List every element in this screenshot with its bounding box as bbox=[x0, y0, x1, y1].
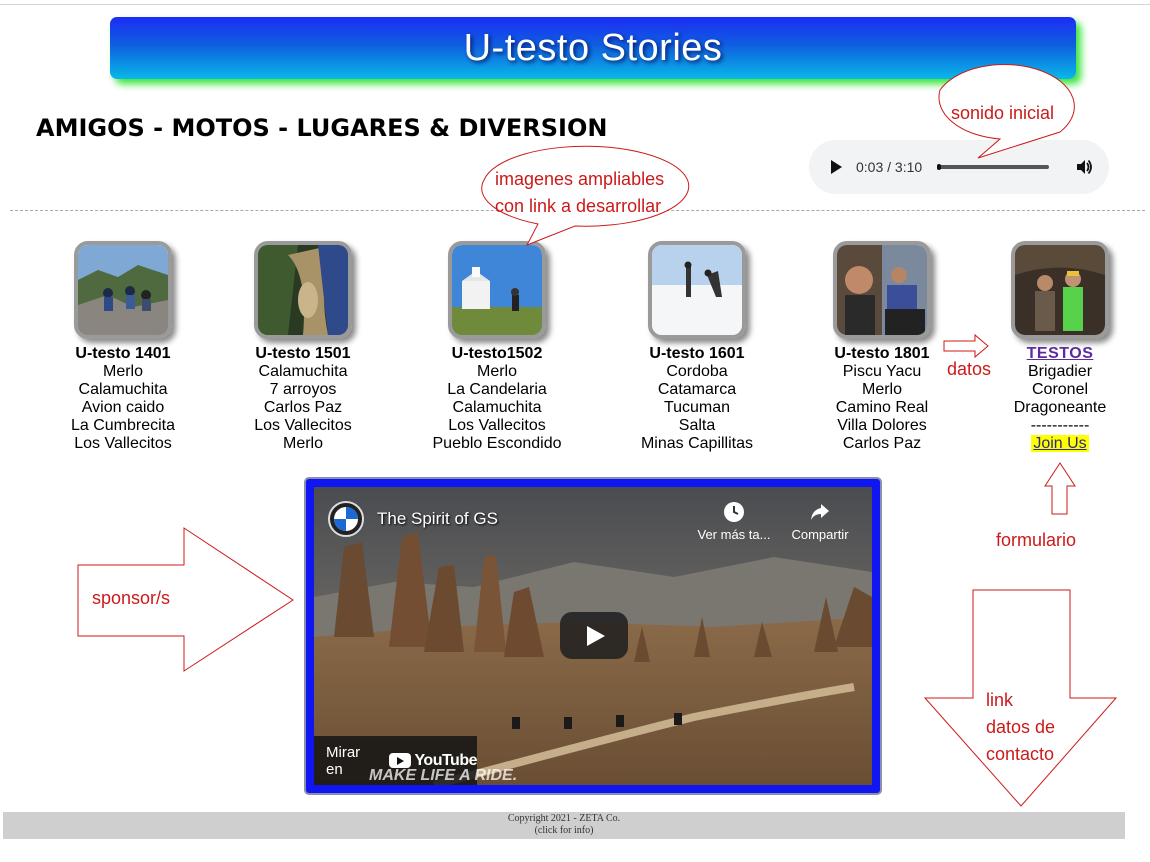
story-place: Calamuchita bbox=[452, 399, 542, 416]
story-place: Villa Dolores bbox=[837, 417, 927, 434]
annotation-imagenes-1: imagenes ampliables bbox=[495, 169, 665, 189]
play-icon[interactable] bbox=[831, 160, 842, 174]
annotation-sponsor: sponsor/s bbox=[92, 588, 171, 608]
story-place: Merlo bbox=[861, 381, 902, 398]
annotation-link-1: link bbox=[986, 690, 1014, 710]
story-place: La Candelaria bbox=[447, 381, 547, 398]
story-place: La Cumbrecita bbox=[70, 417, 176, 434]
rank-item: Brigadier bbox=[1027, 363, 1093, 380]
rank-item: Dragoneante bbox=[1013, 399, 1107, 416]
story-card-1502: U-testo1502 Merlo La Candelaria Calamuch… bbox=[402, 241, 592, 453]
share-label: Compartir bbox=[791, 527, 849, 542]
testos-thumbnail[interactable] bbox=[1011, 241, 1109, 339]
story-thumbnail-1601[interactable] bbox=[648, 241, 746, 339]
sponsor-video[interactable]: The Spirit of GS Ver más ta... Compartir… bbox=[304, 477, 882, 795]
story-place: Salta bbox=[678, 417, 716, 434]
video-slogan: MAKE LIFE A RIDE. bbox=[369, 767, 518, 784]
story-place: Avion caido bbox=[81, 399, 165, 416]
youtube-icon bbox=[389, 753, 412, 768]
story-place: Calamuchita bbox=[78, 381, 168, 398]
story-place: Calamuchita bbox=[258, 363, 348, 380]
story-place: Pueblo Escondido bbox=[432, 435, 562, 452]
watch-later-label: Ver más ta... bbox=[697, 527, 771, 542]
bmw-channel-logo[interactable] bbox=[328, 501, 364, 537]
story-place: Merlo bbox=[282, 435, 323, 452]
audio-player[interactable]: 0:03 / 3:10 bbox=[809, 140, 1109, 194]
rank-item: Coronel bbox=[1031, 381, 1089, 398]
page-subtitle: AMIGOS - MOTOS - LUGARES & DIVERSION bbox=[36, 114, 608, 142]
site-title: U-testo Stories bbox=[463, 26, 723, 69]
contact-arrow bbox=[923, 589, 1118, 807]
story-place: Minas Capillitas bbox=[640, 435, 754, 452]
story-place: Los Vallecitos bbox=[254, 417, 352, 434]
watch-later-button[interactable]: Ver más ta... bbox=[689, 501, 779, 542]
annotation-formulario: formulario bbox=[996, 530, 1077, 550]
join-us-link[interactable]: Join Us bbox=[1031, 435, 1089, 452]
rank-separator: ----------- bbox=[1030, 417, 1090, 434]
story-card-1501: U-testo 1501 Calamuchita 7 arroyos Carlo… bbox=[208, 241, 398, 453]
footer-info-link[interactable]: (click for info) bbox=[3, 825, 1125, 837]
story-title: U-testo 1401 bbox=[75, 345, 171, 362]
testos-card: TESTOS Brigadier Coronel Dragoneante ---… bbox=[965, 241, 1150, 453]
story-title: U-testo 1501 bbox=[255, 345, 351, 362]
story-place: Los Vallecitos bbox=[74, 435, 172, 452]
video-play-button[interactable] bbox=[560, 612, 628, 659]
story-place: Catamarca bbox=[657, 381, 737, 398]
story-place: Camino Real bbox=[835, 399, 929, 416]
story-place: 7 arroyos bbox=[269, 381, 337, 398]
annotation-datos: datos bbox=[947, 359, 992, 379]
audio-time: 0:03 / 3:10 bbox=[856, 159, 923, 175]
annotation-imagenes-2: con link a desarrollar bbox=[495, 196, 662, 216]
video-title[interactable]: The Spirit of GS bbox=[377, 509, 498, 529]
annotation-link-2: datos de bbox=[986, 717, 1056, 737]
story-place: Los Vallecitos bbox=[448, 417, 546, 434]
footer[interactable]: Copyright 2021 - ZETA Co. (click for inf… bbox=[3, 812, 1125, 839]
audio-progress-fill bbox=[937, 164, 941, 170]
story-thumbnail-1502[interactable] bbox=[448, 241, 546, 339]
video-frame[interactable]: The Spirit of GS Ver más ta... Compartir… bbox=[314, 487, 872, 785]
top-border bbox=[0, 4, 1150, 5]
formulario-arrow bbox=[1044, 462, 1076, 515]
copyright-text: Copyright 2021 - ZETA Co. bbox=[507, 813, 621, 824]
story-place: Carlos Paz bbox=[842, 435, 922, 452]
clock-icon bbox=[724, 502, 744, 522]
volume-icon[interactable] bbox=[1075, 158, 1093, 176]
story-place: Carlos Paz bbox=[263, 399, 343, 416]
story-place: Cordoba bbox=[666, 363, 728, 380]
share-icon bbox=[811, 504, 829, 520]
story-place: Tucuman bbox=[663, 399, 731, 416]
story-title: U-testo1502 bbox=[451, 345, 543, 362]
site-banner: U-testo Stories bbox=[110, 17, 1076, 79]
story-thumbnail-1801[interactable] bbox=[833, 241, 931, 339]
story-thumbnail-1501[interactable] bbox=[254, 241, 352, 339]
story-title: U-testo 1601 bbox=[649, 345, 745, 362]
audio-progress-bar[interactable] bbox=[937, 164, 1049, 170]
share-button[interactable]: Compartir bbox=[784, 501, 856, 542]
testos-link[interactable]: TESTOS bbox=[965, 345, 1150, 363]
story-place: Merlo bbox=[102, 363, 143, 380]
story-card-1601: U-testo 1601 Cordoba Catamarca Tucuman S… bbox=[602, 241, 792, 453]
story-card-1801: U-testo 1801 Piscu Yacu Merlo Camino Rea… bbox=[787, 241, 977, 453]
story-place: Merlo bbox=[476, 363, 517, 380]
story-thumbnail-1401[interactable] bbox=[74, 241, 172, 339]
annotation-link-3: contacto bbox=[986, 744, 1055, 764]
story-card-1401: U-testo 1401 Merlo Calamuchita Avion cai… bbox=[28, 241, 218, 453]
annotation-sonido: sonido inicial bbox=[951, 103, 1055, 123]
